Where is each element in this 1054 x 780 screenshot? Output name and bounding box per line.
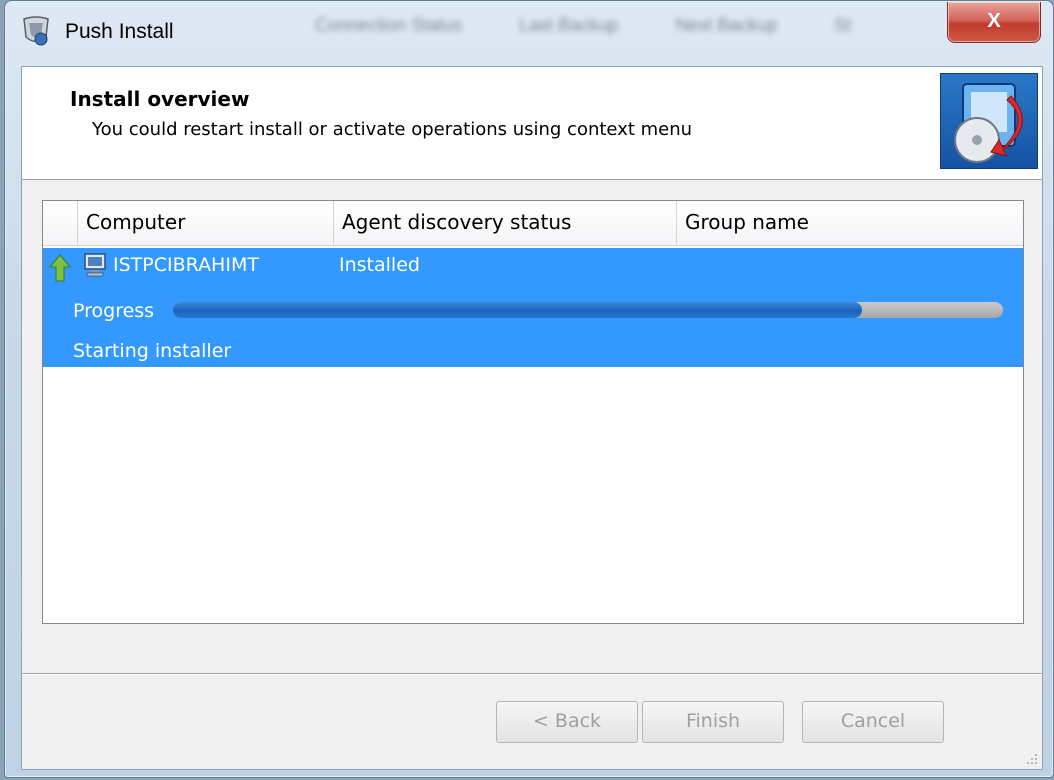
finish-button-label: Finish: [685, 710, 741, 732]
column-header-agent-status[interactable]: Agent discovery status: [333, 201, 676, 245]
page-subtitle: You could restart install or activate op…: [92, 119, 693, 140]
cancel-button-label: Cancel: [840, 710, 906, 732]
back-button-label: < Back: [532, 710, 602, 732]
install-disc-icon: [940, 73, 1038, 169]
agent-discovery-status: Installed: [339, 254, 420, 276]
push-install-shield-icon: [21, 15, 51, 47]
cancel-button[interactable]: Cancel: [802, 701, 944, 743]
progress-label: Progress: [73, 300, 155, 322]
push-install-window: Push Install Connection Status Last Back…: [4, 0, 1054, 778]
column-header-label: Agent discovery status: [342, 210, 572, 234]
background-window-tabs: Connection Status Last Backup Next Backu…: [315, 15, 935, 49]
progress-bar: [173, 302, 1003, 318]
up-arrow-icon: [48, 254, 72, 282]
background-tab: St: [834, 15, 852, 35]
background-tab: Next Backup: [675, 15, 778, 35]
column-header-label: Computer: [86, 210, 186, 234]
title-bar[interactable]: Push Install Connection Status Last Back…: [5, 1, 1053, 65]
background-tab: Last Backup: [519, 15, 619, 35]
window-title: Push Install: [65, 20, 174, 43]
finish-button[interactable]: Finish: [642, 701, 784, 743]
computer-icon: [83, 252, 107, 278]
column-header-group-name[interactable]: Group name: [676, 201, 1015, 245]
wizard-header: Install overview You could restart insta…: [22, 67, 1042, 180]
install-list[interactable]: Computer Agent discovery status Group na…: [42, 200, 1024, 624]
page-title: Install overview: [70, 87, 250, 111]
column-header-computer[interactable]: Computer: [77, 201, 334, 245]
column-header-label: Group name: [685, 210, 809, 234]
column-header-row: Computer Agent discovery status Group na…: [43, 201, 1023, 246]
resize-grip-icon[interactable]: [1024, 751, 1038, 765]
back-button[interactable]: < Back: [496, 701, 638, 743]
footer-divider: [22, 673, 1042, 675]
progress-bar-fill: [173, 302, 862, 318]
wizard-client-area: Install overview You could restart insta…: [21, 66, 1043, 770]
computer-name: ISTPCIBRAHIMT: [113, 254, 259, 276]
status-message: Starting installer: [73, 340, 232, 362]
list-item[interactable]: ISTPCIBRAHIMT Installed Progress Startin…: [43, 248, 1023, 367]
background-tab: Connection Status: [315, 15, 463, 35]
close-icon: X: [987, 10, 1001, 32]
close-button[interactable]: X: [947, 2, 1041, 43]
